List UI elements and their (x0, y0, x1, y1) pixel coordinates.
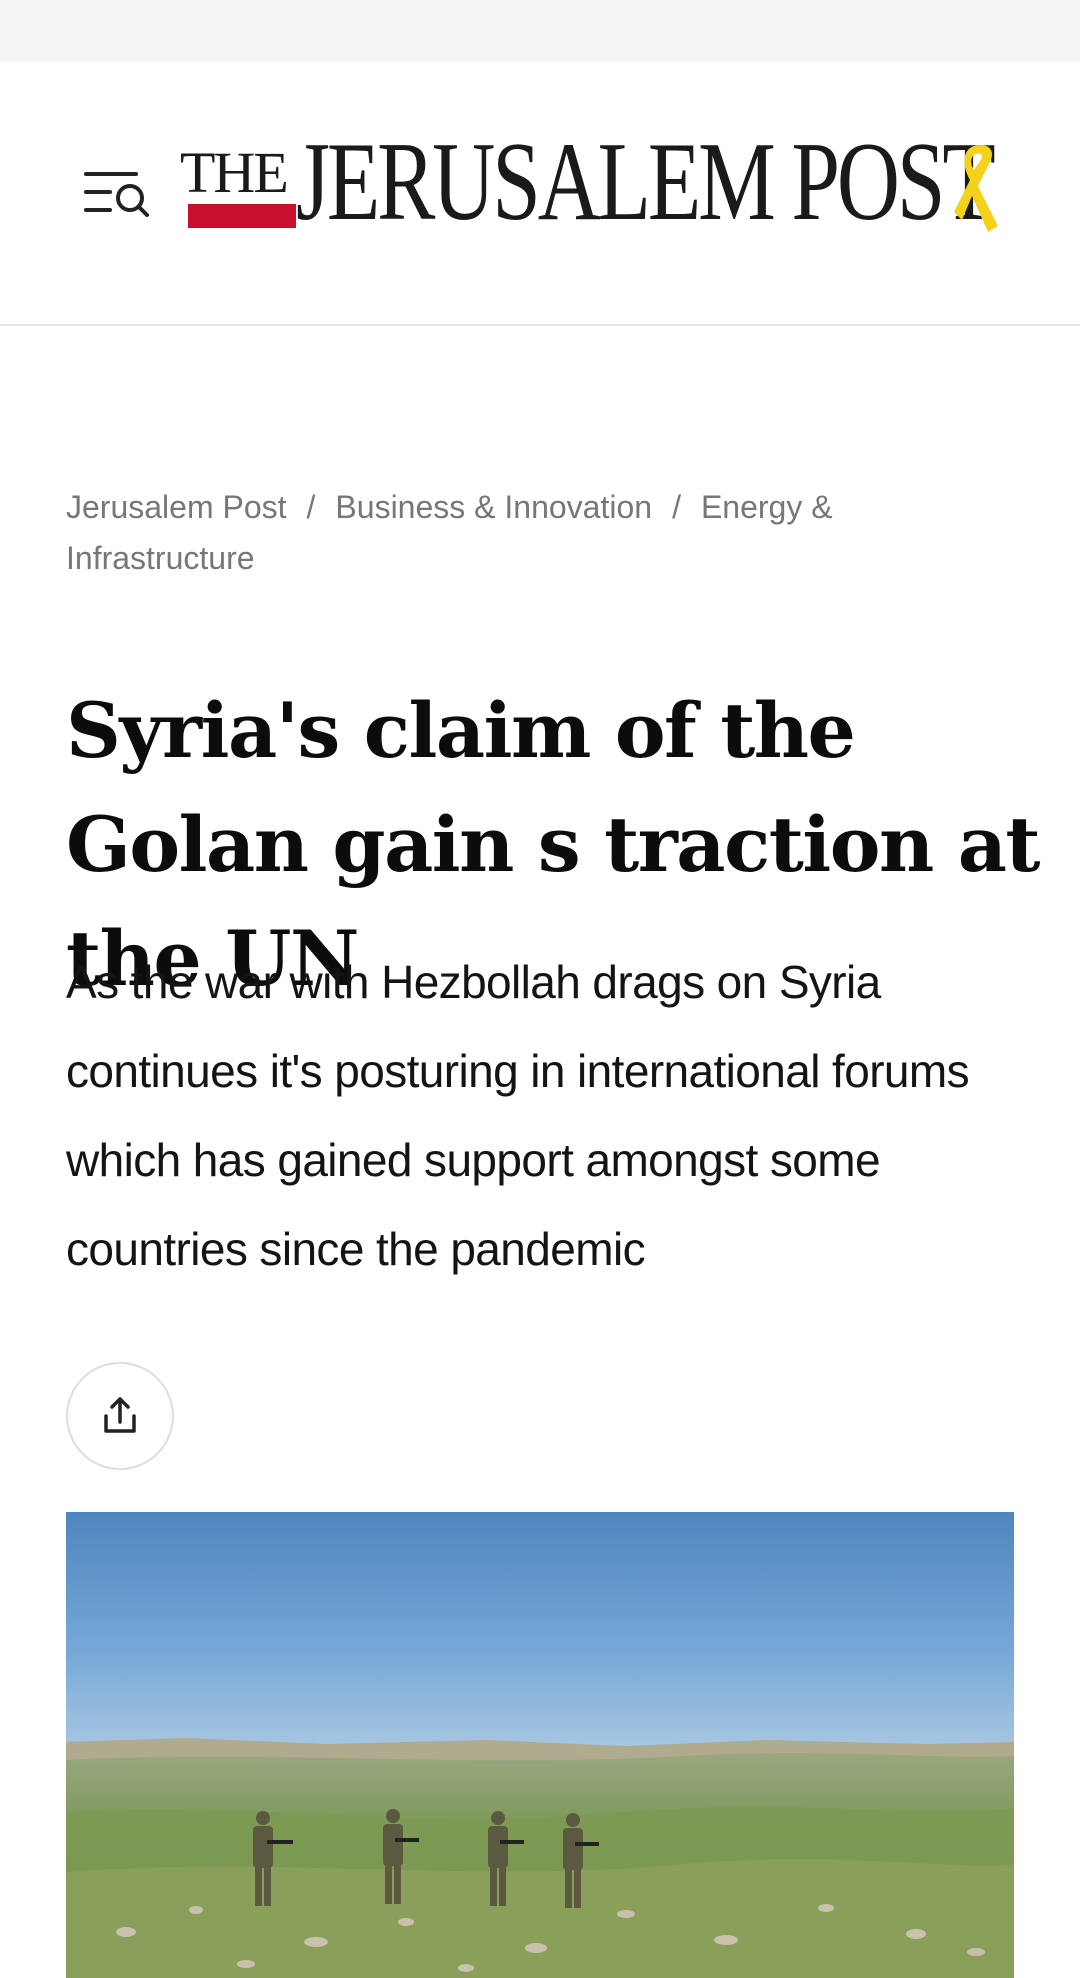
share-icon (104, 1397, 136, 1433)
yellow-ribbon-icon (954, 144, 998, 232)
site-header: THE JERUSALEM POST (0, 62, 1080, 326)
article-subheadline: As the war with Hezbollah drags on Syria… (66, 956, 970, 1275)
breadcrumb: Jerusalem Post / Business & Innovation / Ene… (66, 482, 946, 584)
hero-landscape-soldiers (66, 1512, 1014, 1978)
menu-search-button[interactable] (80, 162, 152, 226)
logo-name: JERUSALEM POST (296, 120, 996, 244)
site-logo[interactable]: THE JERUSALEM POST (180, 122, 1010, 252)
menu-search-icon (84, 172, 149, 217)
breadcrumb-item-business-innovation[interactable]: Business & Innovation (335, 489, 652, 525)
breadcrumb-item-jerusalem-post[interactable]: Jerusalem Post (66, 489, 287, 525)
status-bar (0, 0, 1080, 62)
logo-the: THE (180, 140, 289, 205)
breadcrumb-separator: / (672, 489, 681, 525)
article-hero-image (66, 1512, 1014, 1978)
logo-red-bar (188, 204, 296, 228)
share-button[interactable] (66, 1362, 174, 1470)
breadcrumb-separator: / (306, 489, 316, 525)
